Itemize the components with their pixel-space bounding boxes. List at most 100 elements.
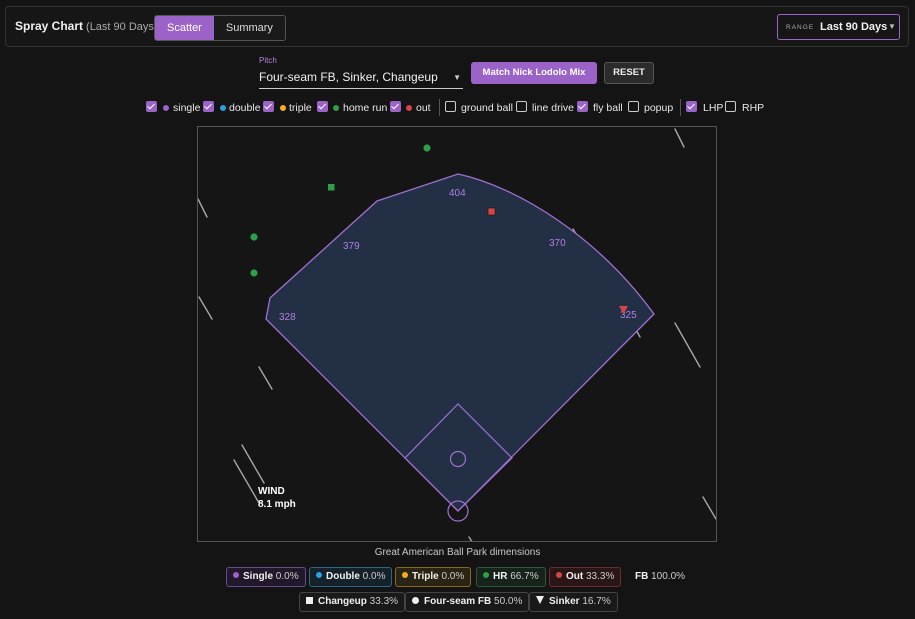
double-dot-icon — [220, 105, 226, 111]
field-caption: Great American Ball Park dimensions — [374, 547, 541, 558]
summary-chip-double: Double 0.0% — [309, 567, 393, 587]
filter-label-lhp: LHP — [703, 102, 724, 114]
pitch-value: Four-seam FB, Sinker, Changeup — [259, 70, 438, 84]
range-value: Last 90 Days — [820, 21, 888, 33]
chip-label: Four-seam FB — [424, 596, 492, 607]
filter-label-rhp: RHP — [742, 102, 765, 114]
chip-value: 0.0% — [362, 571, 386, 582]
filter-divider — [439, 99, 440, 116]
home-run-point[interactable] — [250, 233, 258, 241]
wind-streak — [198, 296, 213, 320]
square-icon — [306, 596, 313, 604]
wind-streak — [674, 322, 701, 368]
out-point[interactable] — [487, 207, 496, 216]
fair-territory — [265, 173, 655, 512]
title-text: Spray Chart — [15, 19, 84, 33]
single-dot-icon — [163, 105, 169, 111]
chevron-down-icon: ▼ — [453, 73, 461, 82]
wind-streak — [674, 128, 685, 148]
range-label: RANGE — [786, 24, 815, 31]
double-dot-icon — [316, 572, 322, 579]
chip-label: Single — [243, 571, 274, 582]
view-toggle: Scatter Summary — [154, 15, 286, 41]
chip-label: Double — [326, 571, 360, 582]
home-run-point[interactable] — [328, 184, 335, 191]
home-run-dot-icon — [333, 105, 339, 111]
checkbox-rhp[interactable] — [725, 101, 736, 112]
filter-label-ground-ball: ground ball — [461, 102, 513, 114]
chip-label: Sinker — [549, 596, 580, 607]
wind-label: WIND — [258, 486, 285, 497]
triple-dot-icon — [402, 572, 408, 579]
wind-streak — [702, 496, 716, 520]
match-mix-button[interactable]: Match Nick Lodolo Mix — [471, 62, 597, 84]
checkbox-fly-ball[interactable] — [577, 101, 588, 112]
wind-streak — [241, 444, 265, 484]
home-run-point[interactable] — [423, 144, 431, 152]
filter-label-single: single — [173, 102, 201, 114]
tab-summary[interactable]: Summary — [213, 16, 285, 40]
pitch-select[interactable]: Four-seam FB, Sinker, Changeup ▼ — [259, 68, 463, 89]
chip-value: 50.0% — [494, 596, 523, 607]
field-svg: 328 379 404 370 325 WIND 8.1 mph — [198, 128, 716, 541]
checkbox-single[interactable] — [146, 101, 157, 112]
chip-label: HR — [493, 571, 508, 582]
summary-chip-changeup: Changeup 33.3% — [299, 592, 406, 612]
chip-value: 66.7% — [510, 571, 539, 582]
distance-lf: 328 — [279, 312, 296, 323]
chip-value: 16.7% — [582, 596, 611, 607]
filter-label-fly-ball: fly ball — [593, 102, 623, 114]
reset-button[interactable]: RESET — [604, 62, 654, 84]
checkbox-out[interactable] — [390, 101, 401, 112]
summary-chip-four-seam: Four-seam FB 50.0% — [405, 592, 530, 612]
out-dot-icon — [556, 572, 562, 579]
checkbox-triple[interactable] — [263, 101, 274, 112]
wind-streak — [233, 459, 260, 504]
title-subtitle: (Last 90 Days) — [86, 21, 158, 33]
chip-label: FB — [635, 571, 649, 582]
wind-streak — [258, 366, 273, 390]
triangle-icon — [536, 596, 544, 605]
summary-chip-sinker: Sinker 16.7% — [529, 592, 618, 612]
hr-dot-icon — [483, 572, 489, 579]
range-select[interactable]: RANGE Last 90 Days ▼ — [777, 14, 900, 40]
summary-chip-out: Out 33.3% — [549, 567, 622, 587]
triple-dot-icon — [280, 105, 286, 111]
checkbox-popup[interactable] — [628, 101, 639, 112]
chip-value: 33.3% — [586, 571, 615, 582]
chevron-down-icon: ▼ — [888, 22, 896, 31]
filter-label-double: double — [229, 102, 261, 114]
spray-chart-field: 328 379 404 370 325 WIND 8.1 mph — [197, 126, 717, 542]
single-dot-icon — [233, 572, 239, 579]
header-bar: Spray Chart (Last 90 Days) Scatter Summar… — [5, 6, 909, 47]
tab-scatter[interactable]: Scatter — [155, 16, 214, 40]
checkbox-lhp[interactable] — [686, 101, 697, 112]
checkbox-home-run[interactable] — [317, 101, 328, 112]
summary-chip-single: Single 0.0% — [226, 567, 306, 587]
chip-label: Triple — [412, 571, 439, 582]
filter-label-out: out — [416, 102, 431, 114]
chip-value: 33.3% — [369, 596, 399, 607]
checkbox-double[interactable] — [203, 101, 214, 112]
wind-streak — [468, 536, 473, 541]
summary-chip-hr: HR 66.7% — [476, 567, 546, 587]
wind-speed: 8.1 mph — [258, 499, 296, 510]
filter-divider — [680, 99, 681, 116]
checkbox-ground-ball[interactable] — [445, 101, 456, 112]
circle-icon — [412, 596, 419, 604]
checkbox-line-drive[interactable] — [516, 101, 527, 112]
filter-label-home-run: home run — [343, 102, 388, 114]
summary-chip-fb: FB 100.0% — [628, 567, 692, 587]
chip-label: Out — [566, 571, 584, 582]
chip-value: 0.0% — [441, 571, 465, 582]
page-title: Spray Chart (Last 90 Days) — [15, 19, 158, 33]
home-run-point[interactable] — [250, 269, 258, 277]
chip-value: 100.0% — [651, 571, 686, 582]
pitch-label: Pitch — [259, 56, 277, 65]
filter-label-line-drive: line drive — [532, 102, 575, 114]
distance-lcf: 379 — [343, 241, 360, 252]
chip-label: Changeup — [318, 596, 367, 607]
filter-label-popup: popup — [644, 102, 674, 114]
out-dot-icon — [406, 105, 412, 111]
summary-chip-triple: Triple 0.0% — [395, 567, 472, 587]
